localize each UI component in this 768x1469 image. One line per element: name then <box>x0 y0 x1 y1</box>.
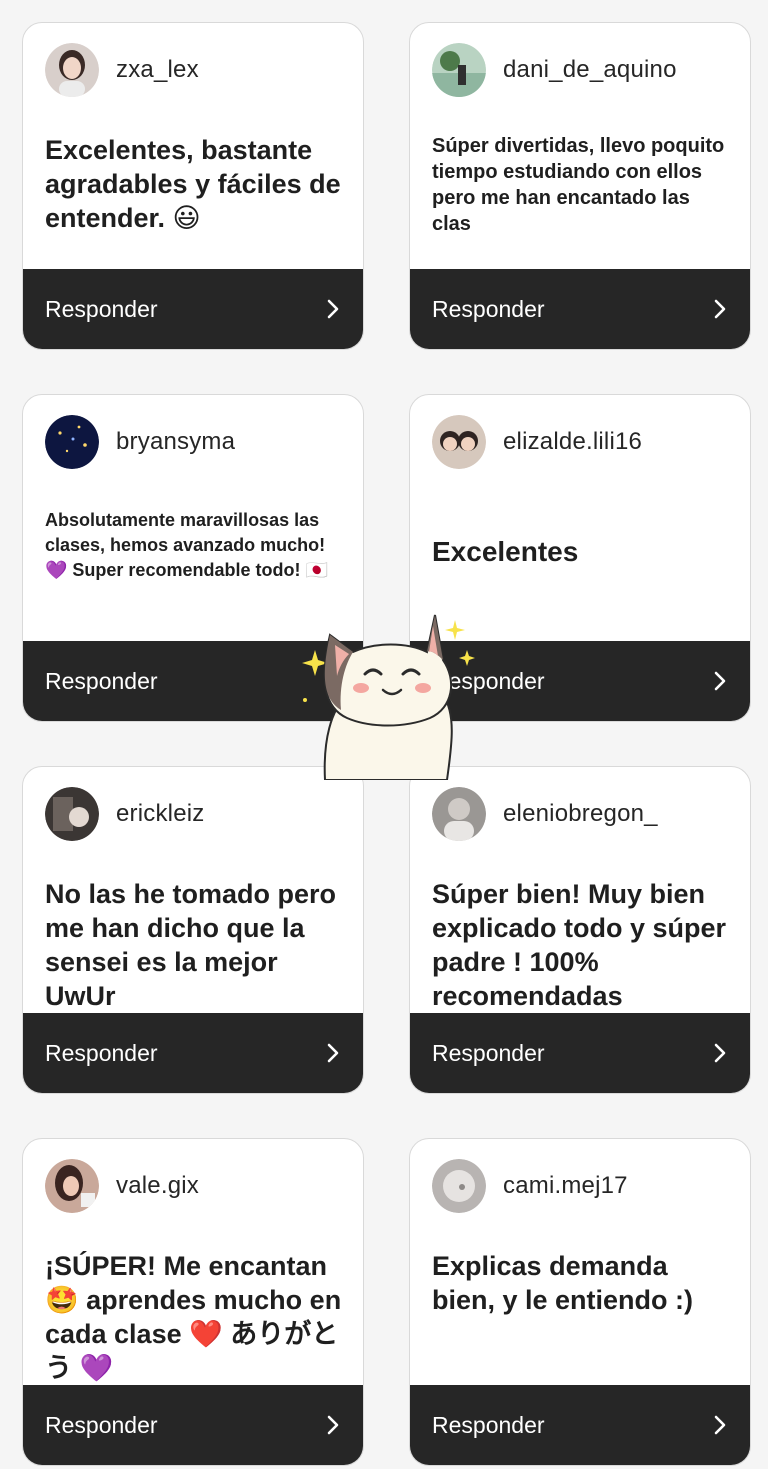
avatar[interactable] <box>45 787 99 841</box>
username[interactable]: dani_de_aquino <box>503 56 677 84</box>
comment-card: erickleiz No las he tomado pero me han d… <box>22 766 364 1094</box>
avatar[interactable] <box>432 43 486 97</box>
reply-button[interactable]: Responder <box>410 269 750 349</box>
reply-label: Responder <box>45 667 158 694</box>
card-header: eleniobregon_ <box>432 787 658 841</box>
username[interactable]: bryansyma <box>116 428 235 456</box>
card-header: erickleiz <box>45 787 204 841</box>
chevron-right-icon <box>714 1415 726 1435</box>
comment-card: vale.gix ¡SÚPER! Me encantan 🤩 aprendes … <box>22 1138 364 1466</box>
avatar[interactable] <box>432 1159 486 1213</box>
comment-card: cami.mej17 Explicas demanda bien, y le e… <box>409 1138 751 1466</box>
comment-card: dani_de_aquino Súper divertidas, llevo p… <box>409 22 751 350</box>
reply-label: Responder <box>432 295 545 322</box>
reply-button[interactable]: Responder <box>23 269 363 349</box>
reply-label: Responder <box>45 1039 158 1066</box>
reply-label: Responder <box>45 1411 158 1438</box>
comment-text: Excelentes <box>432 536 579 567</box>
username[interactable]: erickleiz <box>116 800 204 828</box>
comment-text: Explicas demanda bien, y le entiendo :) <box>432 1251 694 1315</box>
username[interactable]: zxa_lex <box>116 56 199 84</box>
avatar[interactable] <box>45 1159 99 1213</box>
avatar[interactable] <box>432 415 486 469</box>
card-header: bryansyma <box>45 415 235 469</box>
username[interactable]: elizalde.lili16 <box>503 428 642 456</box>
username[interactable]: eleniobregon_ <box>503 800 658 828</box>
comment-text: Súper divertidas, llevo poquito tiempo e… <box>432 135 725 235</box>
comment-card: eleniobregon_ Súper bien! Muy bien expli… <box>409 766 751 1094</box>
avatar[interactable] <box>45 415 99 469</box>
chevron-right-icon <box>327 1043 339 1063</box>
reply-label: Responder <box>45 295 158 322</box>
card-header: zxa_lex <box>45 43 199 97</box>
reply-button[interactable]: Responder <box>410 1013 750 1093</box>
username[interactable]: vale.gix <box>116 1172 199 1200</box>
comment-text: Absolutamente maravillosas las clases, h… <box>45 510 328 580</box>
chevron-right-icon <box>714 299 726 319</box>
card-header: cami.mej17 <box>432 1159 628 1213</box>
comment-text: Súper bien! Muy bien explicado todo y sú… <box>432 879 727 1011</box>
reply-button[interactable]: Responder <box>23 1013 363 1093</box>
chevron-right-icon <box>714 671 726 691</box>
reply-button[interactable]: Responder <box>410 1385 750 1465</box>
chevron-right-icon <box>327 299 339 319</box>
card-header: vale.gix <box>45 1159 199 1213</box>
comment-text: No las he tomado pero me han dicho que l… <box>45 879 337 1011</box>
username[interactable]: cami.mej17 <box>503 1172 628 1200</box>
avatar[interactable] <box>432 787 486 841</box>
comment-text: ¡SÚPER! Me encantan 🤩 aprendes mucho en … <box>45 1251 342 1383</box>
chevron-right-icon <box>714 1043 726 1063</box>
reply-button[interactable]: Responder <box>23 1385 363 1465</box>
comment-card: zxa_lex Excelentes, bastante agradables … <box>22 22 364 350</box>
smiling-cat-sticker <box>302 614 475 780</box>
card-header: elizalde.lili16 <box>432 415 642 469</box>
comment-text: Excelentes, bastante agradables y fácile… <box>45 135 341 233</box>
reply-label: Responder <box>432 1411 545 1438</box>
reply-label: Responder <box>432 1039 545 1066</box>
chevron-right-icon <box>327 1415 339 1435</box>
avatar[interactable] <box>45 43 99 97</box>
card-header: dani_de_aquino <box>432 43 677 97</box>
